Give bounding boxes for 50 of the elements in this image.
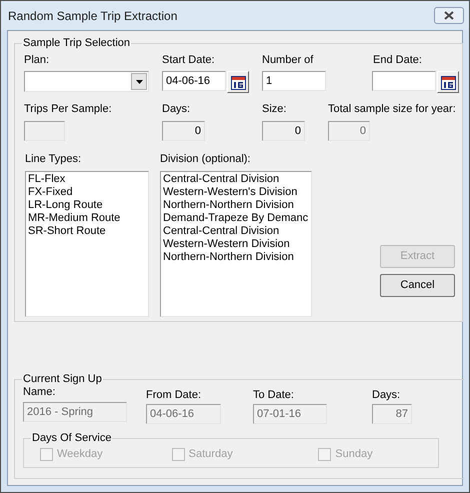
field-label: Trips Per Sample: — [24, 103, 113, 116]
list-item[interactable]: Western-Western's Division — [163, 186, 309, 199]
close-icon — [444, 11, 454, 20]
list-item[interactable]: FL-Flex — [28, 173, 146, 186]
input-field[interactable] — [24, 121, 65, 141]
list-box[interactable]: Central-Central Division Western-Western's Division Northern-Northern Division Demand-Trapeze By Demanc Central-Central Division Western-Western Division Northern-Northern Division — [160, 171, 312, 317]
list-item[interactable]: LR-Long Route — [28, 199, 146, 212]
group-title: Current Sign Up — [22, 373, 103, 386]
field-label: Line Types: — [24, 153, 82, 166]
list-item[interactable]: Northern-Northern Division — [163, 251, 309, 264]
group-title: Sample Trip Selection — [22, 37, 131, 50]
field-label: Number of — [262, 54, 314, 67]
list-item[interactable]: Northern-Northern Division — [163, 199, 309, 212]
field-label: Start Date: — [162, 54, 216, 67]
checkbox-label: Saturday — [188, 447, 233, 462]
list-item[interactable]: SR-Short Route — [28, 225, 146, 238]
calendar-icon — [230, 74, 246, 90]
input-field[interactable]: 1 — [262, 71, 326, 91]
field-label: To Date: — [253, 389, 295, 402]
caret-icon — [136, 80, 142, 84]
list-item[interactable]: Central-Central Division — [163, 225, 309, 238]
group-title: Days Of Service — [31, 432, 112, 445]
input-field[interactable]: 0 — [262, 121, 305, 141]
field-label: Name: — [23, 386, 56, 399]
list-item[interactable]: Central-Central Division — [163, 173, 309, 186]
checkbox-label: Weekday — [57, 447, 103, 462]
field-label: From Date: — [146, 389, 202, 402]
input-field[interactable]: 0 — [162, 121, 205, 141]
calendar-button[interactable] — [227, 71, 249, 93]
close-button[interactable] — [434, 7, 464, 24]
checkbox-label: Sunday — [335, 447, 373, 462]
list-item[interactable]: FX-Fixed — [28, 186, 146, 199]
list-item[interactable]: Demand-Trapeze By Demanc — [163, 212, 309, 225]
input-field[interactable] — [372, 71, 436, 91]
field-label: Total sample size for year: — [328, 103, 456, 116]
field-label: Plan: — [24, 54, 50, 67]
field-label: End Date: — [372, 54, 423, 67]
field-label: Days: — [372, 389, 402, 402]
field-label: Size: — [262, 103, 288, 116]
window-title: Random Sample Trip Extraction — [8, 8, 178, 24]
cancel-button[interactable]: Cancel — [380, 274, 455, 297]
input-field[interactable]: 04-06-16 — [162, 71, 226, 91]
field-label: Division (optional): — [160, 153, 252, 166]
calendar-button[interactable] — [437, 71, 459, 93]
list-item[interactable]: MR-Medium Route — [28, 212, 146, 225]
dropdown-button[interactable] — [131, 73, 147, 90]
field-label: Days: — [162, 103, 192, 116]
list-item[interactable]: Western-Western Division — [163, 238, 309, 251]
list-box[interactable]: FL-Flex FX-Fixed LR-Long Route MR-Medium Route SR-Short Route — [25, 171, 149, 317]
calendar-icon — [440, 74, 456, 90]
